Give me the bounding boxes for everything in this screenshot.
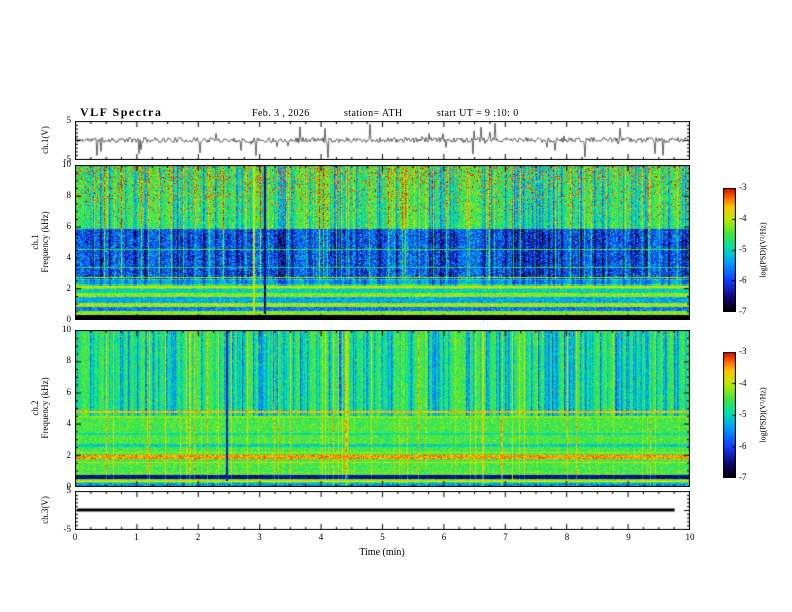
ch1-spec-ylabel: ch.1 Frequency (kHz) <box>30 211 50 272</box>
ch1-wave-ylabel: ch.1(V) <box>41 126 51 154</box>
x-tick-label-2: 2 <box>196 533 201 543</box>
spec2-ytick-8: 8 <box>51 356 71 366</box>
wave-ytick-5: 5 <box>51 116 71 126</box>
ch2-spec-ylabel-line1: ch.2 <box>30 377 40 438</box>
ch2-spec-ylabel-line2: Frequency (kHz) <box>40 377 50 438</box>
ch3-waveform-canvas <box>75 491 690 530</box>
x-tick-label-3: 3 <box>257 533 262 543</box>
cb2-tick--6: -6 <box>739 442 747 452</box>
ch1-spec-ylabel-line2: Frequency (kHz) <box>40 211 50 272</box>
cb1-tick--7: -7 <box>739 307 747 317</box>
start-ut-label: start UT = 9 :10: 0 <box>437 108 519 119</box>
ch1-spec-ylabel-line1: ch.1 <box>30 211 40 272</box>
ch1-waveform-canvas <box>75 121 690 160</box>
ch3-ytick--5: -5 <box>51 525 71 535</box>
x-tick-label-1: 1 <box>134 533 139 543</box>
spec1-ytick-6: 6 <box>51 222 71 232</box>
x-axis-title: Time (min) <box>359 547 404 558</box>
spec1-ytick-8: 8 <box>51 191 71 201</box>
wave-ytick--5: -5 <box>51 155 71 165</box>
cb1-tick--4: -4 <box>739 214 747 224</box>
x-tick-label-4: 4 <box>319 533 324 543</box>
cb2-tick--5: -5 <box>739 410 747 420</box>
spec1-ytick-4: 4 <box>51 253 71 263</box>
colorbar1-title: log(PSD)(V²/Hz) <box>760 222 769 277</box>
colorbar2-canvas <box>723 352 736 478</box>
cb1-tick--3: -3 <box>739 183 747 193</box>
ch3-wave-ylabel: ch.3(V) <box>41 496 51 524</box>
spec2-ytick-10: 10 <box>51 325 71 335</box>
cb1-tick--5: -5 <box>739 245 747 255</box>
cb2-tick--3: -3 <box>739 347 747 357</box>
ch2-spectrogram-canvas <box>75 330 690 487</box>
plot-title: VLF Spectra <box>80 106 162 119</box>
figure: VLF Spectra Feb. 3 , 2026 station= ATH s… <box>0 0 792 612</box>
x-tick-label-9: 9 <box>626 533 631 543</box>
x-tick-label-10: 10 <box>686 533 695 543</box>
spec2-ytick-6: 6 <box>51 388 71 398</box>
date-label: Feb. 3 , 2026 <box>252 108 310 119</box>
ch2-spec-ylabel: ch.2 Frequency (kHz) <box>30 377 50 438</box>
colorbar1-canvas <box>723 188 736 312</box>
spec1-ytick-2: 2 <box>51 284 71 294</box>
spec2-ytick-4: 4 <box>51 419 71 429</box>
x-tick-label-6: 6 <box>442 533 447 543</box>
x-tick-label-5: 5 <box>380 533 385 543</box>
x-tick-label-7: 7 <box>503 533 508 543</box>
colorbar2-title: log(PSD)(V²/Hz) <box>760 387 769 442</box>
cb2-tick--7: -7 <box>739 473 747 483</box>
cb2-tick--4: -4 <box>739 379 747 389</box>
x-tick-label-8: 8 <box>565 533 570 543</box>
ch1-spectrogram-canvas <box>75 165 690 320</box>
ch3-ytick-5: 5 <box>51 486 71 496</box>
cb1-tick--6: -6 <box>739 276 747 286</box>
spec2-ytick-2: 2 <box>51 451 71 461</box>
x-tick-label-0: 0 <box>73 533 78 543</box>
station-label: station= ATH <box>344 108 403 119</box>
